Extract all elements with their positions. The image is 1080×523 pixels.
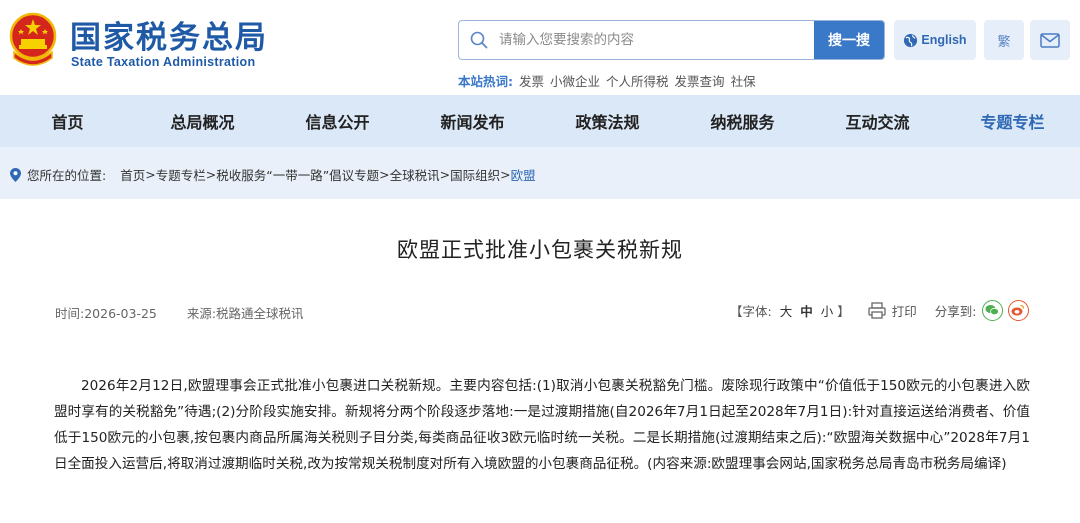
- breadcrumb-link[interactable]: 国际组织: [450, 165, 500, 184]
- breadcrumb-bar: 您所在的位置: 首页 > 专题专栏 > 税收服务“一带一路”倡议专题 > 全球税…: [0, 147, 1080, 199]
- location-pin-icon: [10, 167, 21, 182]
- nav-item-news[interactable]: 新闻发布: [405, 95, 540, 147]
- site-logo-text[interactable]: 国家税务总局: [70, 12, 268, 57]
- article-body: 2026年2月12日,欧盟理事会正式批准小包裹进口关税新规。主要内容包括:(1)…: [54, 378, 1030, 472]
- publish-date: 时间:2026-03-25: [55, 306, 157, 321]
- weibo-icon: [1011, 304, 1025, 316]
- mail-icon: [1040, 32, 1060, 48]
- mail-button[interactable]: [1030, 20, 1070, 60]
- font-size-small-button[interactable]: 小: [821, 301, 834, 320]
- english-button[interactable]: English: [894, 20, 976, 60]
- search-icon: [470, 31, 488, 49]
- site-header: 国家税务总局 State Taxation Administration 搜一搜…: [0, 0, 1080, 95]
- breadcrumb-link[interactable]: 首页: [120, 165, 145, 184]
- main-nav: 首页 总局概况 信息公开 新闻发布 政策法规 纳税服务 互动交流 专题专栏: [0, 95, 1080, 147]
- breadcrumb-separator: >: [145, 167, 156, 182]
- search-input[interactable]: [499, 21, 811, 59]
- share-group: 分享到:: [934, 299, 1029, 321]
- nav-item-info-disclosure[interactable]: 信息公开: [270, 95, 405, 147]
- font-size-large-button[interactable]: 大: [780, 301, 793, 320]
- nav-item-policy[interactable]: 政策法规: [540, 95, 675, 147]
- globe-icon: [904, 33, 918, 47]
- breadcrumb-link[interactable]: 全球税讯: [390, 165, 440, 184]
- hot-word-link[interactable]: 发票: [519, 71, 544, 90]
- site-logo-english[interactable]: State Taxation Administration: [71, 55, 255, 69]
- print-button[interactable]: 打印: [868, 301, 917, 320]
- font-size-label: 【字体:: [730, 303, 772, 319]
- hot-word-link[interactable]: 社保: [731, 71, 756, 90]
- search-button[interactable]: 搜一搜: [814, 21, 884, 59]
- breadcrumb-link[interactable]: 税收服务“一带一路”倡议专题: [216, 165, 379, 184]
- breadcrumb-separator: >: [500, 167, 511, 182]
- traditional-chinese-button[interactable]: 繁: [984, 20, 1024, 60]
- hot-word-link[interactable]: 个人所得税: [606, 71, 669, 90]
- national-emblem-icon[interactable]: [8, 12, 58, 68]
- article-title: 欧盟正式批准小包裹关税新规: [397, 238, 683, 262]
- breadcrumb: 您所在的位置: 首页 > 专题专栏 > 税收服务“一带一路”倡议专题 > 全球税…: [10, 165, 536, 184]
- font-size-medium-button[interactable]: 中: [800, 301, 813, 320]
- weibo-share-button[interactable]: [1007, 299, 1029, 321]
- wechat-icon: [985, 305, 999, 316]
- breadcrumb-current[interactable]: 欧盟: [511, 165, 536, 184]
- article-source: 来源:税路通全球税讯: [186, 306, 304, 321]
- nav-item-tax-service[interactable]: 纳税服务: [675, 95, 810, 147]
- search-box: 搜一搜: [458, 20, 885, 60]
- nav-item-overview[interactable]: 总局概况: [135, 95, 270, 147]
- article: 欧盟正式批准小包裹关税新规 时间:2026-03-25 来源:税路通全球税讯 【…: [8, 199, 1072, 523]
- breadcrumb-label: 您所在的位置:: [27, 168, 107, 183]
- nav-item-home[interactable]: 首页: [0, 95, 135, 147]
- font-size-end: 】: [837, 303, 850, 319]
- printer-icon: [868, 301, 886, 319]
- breadcrumb-separator: >: [379, 167, 390, 182]
- breadcrumb-separator: >: [205, 167, 217, 182]
- nav-item-special-topics[interactable]: 专题专栏: [945, 95, 1080, 147]
- wechat-share-button[interactable]: [981, 299, 1003, 321]
- nav-item-interaction[interactable]: 互动交流: [810, 95, 945, 147]
- hot-words-label: 本站热词:: [458, 74, 513, 89]
- article-meta: 时间:2026-03-25 来源:税路通全球税讯: [55, 303, 330, 322]
- hot-word-link[interactable]: 发票查询: [675, 71, 725, 90]
- english-label: English: [921, 33, 967, 47]
- hot-word-link[interactable]: 小微企业: [550, 71, 600, 90]
- hot-words: 本站热词: 发票 小微企业 个人所得税 发票查询 社保: [458, 71, 756, 90]
- print-label: 打印: [891, 303, 917, 319]
- breadcrumb-link[interactable]: 专题专栏: [156, 165, 206, 184]
- breadcrumb-separator: >: [439, 167, 451, 182]
- article-tools: 【字体: 大 中 小 】 打印 分享到:: [730, 299, 1029, 321]
- share-label: 分享到:: [934, 303, 977, 319]
